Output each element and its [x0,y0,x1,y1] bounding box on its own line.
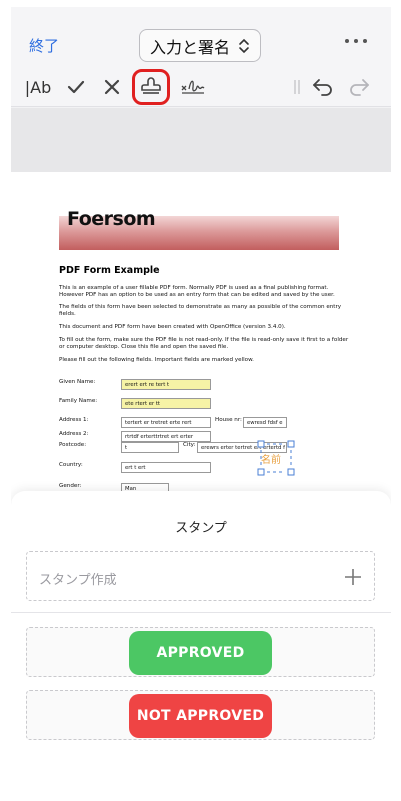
done-button[interactable]: 終了 [29,35,59,56]
not-approved-stamp: NOT APPROVED [129,694,272,738]
text-tool-label: |Ab [24,77,52,97]
plus-icon [345,569,361,585]
family-name-label: Family Name: [59,398,98,404]
more-icon[interactable] [345,39,367,45]
undo-button[interactable] [311,73,335,101]
given-name-field[interactable]: erert ert re tert t [121,379,211,390]
address2-label: Address 2: [59,431,89,437]
country-field[interactable]: ert t ert [121,462,211,473]
postcode-label: Postcode: [59,442,87,448]
postcode-field[interactable]: t [121,442,179,453]
doc-paragraph: To fill out the form, make sure the PDF … [59,337,349,351]
address2-field[interactable]: rtrtdf erterttrtret ert erter [121,431,211,442]
doc-paragraph: The fields of this form have been select… [59,304,342,318]
address1-label: Address 1: [59,417,89,423]
signature-placeholder: 名前 [261,455,281,466]
doc-paragraph: This is an example of a user fillable PD… [59,285,335,299]
screen: 終了 入力と署名 |Ab Foersom PDF Form Example Th… [0,0,401,801]
create-stamp-button[interactable]: スタンプ作成 [26,551,375,601]
mode-selector[interactable]: 入力と署名 [139,29,261,62]
checkmark-icon [67,80,85,94]
house-nr-label: House nr: [215,417,242,423]
redo-button[interactable] [347,73,371,101]
cross-icon [104,79,120,95]
pdf-page: Foersom PDF Form Example This is an exam… [11,172,391,502]
document-viewer[interactable]: Foersom PDF Form Example This is an exam… [11,108,391,502]
cross-button[interactable] [101,73,123,101]
chevron-up-down-icon [239,38,249,53]
house-nr-field[interactable]: ewresd fdsf e [243,417,287,428]
stamp-item-not-approved[interactable]: NOT APPROVED [26,690,375,740]
navigation-bar: 終了 入力と署名 [11,7,391,67]
mode-selector-label: 入力と署名 [149,37,230,57]
family-name-field[interactable]: ete rtert er tt [121,398,211,409]
text-tool-button[interactable]: |Ab [23,73,53,101]
create-stamp-label: スタンプ作成 [39,573,117,588]
signature-button[interactable] [179,73,207,101]
annotation-toolbar: |Ab [11,67,391,107]
stamp-icon [141,77,161,94]
stamp-tool-button[interactable] [132,69,170,105]
document-heading: PDF Form Example [59,265,160,276]
gender-label: Gender: [59,483,82,489]
undo-icon [313,79,332,96]
separator-icon [291,73,303,101]
checkmark-button[interactable] [65,73,87,101]
address1-field[interactable]: tertert er tretret erte rert [121,417,211,428]
stamp-item-approved[interactable]: APPROVED [26,627,375,677]
signature-icon [181,80,205,94]
app-window: 終了 入力と署名 |Ab Foersom PDF Form Example Th… [11,7,391,793]
redo-icon [350,79,369,96]
doc-paragraph: Please fill out the following fields. Im… [59,357,254,363]
stamp-sheet: スタンプ スタンプ作成 APPROVED NOT APPROVED [11,491,391,793]
divider [11,612,391,613]
sheet-title: スタンプ [175,521,227,536]
banner-title: Foersom [67,208,156,230]
given-name-label: Given Name: [59,379,96,385]
approved-stamp: APPROVED [129,631,272,675]
country-label: Country: [59,462,83,468]
city-label: City: [183,442,196,448]
doc-paragraph: This document and PDF form have been cre… [59,324,286,330]
